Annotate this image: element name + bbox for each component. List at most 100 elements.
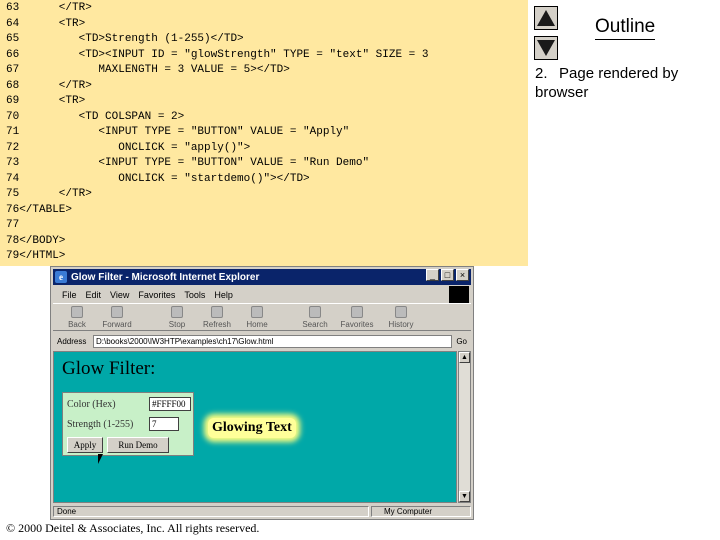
line-number: 74 [6, 172, 20, 185]
code-line: 79</HTML> [6, 249, 65, 265]
toolbar-button[interactable]: History [383, 306, 419, 329]
code-text: <TR> [19, 17, 86, 30]
code-listing-panel: 63 </TR> 64 <TR> 65 <TD>Strength (1-255)</… [0, 0, 528, 266]
line-number: 75 [6, 188, 20, 200]
status-bar: Done My Computer [53, 505, 471, 518]
line-number: 79 [6, 250, 20, 262]
code-line: 77 [6, 218, 19, 234]
window-title: Glow Filter - Microsoft Internet Explore… [71, 271, 260, 283]
glow-form-table: Color (Hex) #FFFF00 Strength (1-255) 7 A… [62, 392, 194, 456]
refresh-icon [211, 306, 223, 318]
strength-label: Strength (1-255) [67, 419, 134, 430]
toolbar-button-label: Stop [168, 320, 186, 329]
line-number: 64 [6, 17, 20, 30]
code-line: 69 <TR> [6, 94, 85, 110]
search-icon [309, 306, 321, 318]
arrow-up-icon [537, 10, 555, 26]
line-number: 76 [6, 203, 20, 216]
line-number: 70 [6, 110, 20, 123]
status-zone: My Computer [371, 506, 471, 517]
toolbar-button[interactable]: Forward [99, 306, 135, 329]
toolbar-button[interactable]: Favorites [339, 306, 375, 329]
line-number: 71 [6, 126, 20, 138]
outline-title: Outline [595, 16, 655, 40]
apply-button[interactable]: Apply [67, 437, 103, 453]
toolbar-button-label: Favorites [340, 320, 374, 329]
code-text: </BODY> [19, 234, 66, 247]
toolbar-button-label: History [388, 320, 414, 329]
code-text: <INPUT TYPE = "BUTTON" VALUE = "Run Demo… [19, 157, 370, 169]
ie-icon: e [55, 271, 67, 283]
address-input[interactable]: D:\books\2000\IW3HTP\examples\ch17\Glow.… [93, 334, 453, 348]
code-line: 76</TABLE> [6, 203, 72, 219]
code-text: <TD COLSPAN = 2> [19, 110, 185, 123]
menu-item[interactable]: View [110, 290, 129, 300]
next-slide-button[interactable] [534, 36, 558, 60]
menu-item[interactable]: Tools [184, 290, 205, 300]
line-number: 77 [6, 219, 20, 231]
line-number: 72 [6, 141, 20, 154]
code-text: <INPUT TYPE = "BUTTON" VALUE = "Apply" [19, 126, 350, 138]
line-number: 73 [6, 157, 20, 169]
line-number: 68 [6, 79, 20, 92]
toolbar-button[interactable]: Search [297, 306, 333, 329]
code-text: ONCLICK = "apply()"> [19, 141, 251, 154]
line-number: 69 [6, 95, 20, 107]
menu-item[interactable]: Help [214, 290, 233, 300]
glowing-text: Glowing Text [208, 418, 296, 438]
code-line: 65 <TD>Strength (1-255)</TD> [6, 32, 244, 48]
toolbar-button[interactable]: Refresh [199, 306, 235, 329]
code-line: 78</BODY> [6, 234, 65, 250]
code-line: 64 <TR> [6, 17, 85, 33]
close-button[interactable]: × [456, 269, 469, 281]
code-line: 71 <INPUT TYPE = "BUTTON" VALUE = "Apply… [6, 125, 349, 141]
address-label: Address [57, 336, 87, 346]
menu-bar: File Edit View Favorites Tools Help [53, 287, 471, 303]
mouse-cursor-icon [98, 454, 108, 464]
forward-icon [111, 306, 123, 318]
go-button[interactable]: Go [456, 337, 467, 346]
window-titlebar[interactable]: e Glow Filter - Microsoft Internet Explo… [53, 269, 471, 285]
color-input[interactable]: #FFFF00 [149, 397, 191, 411]
browser-window: e Glow Filter - Microsoft Internet Explo… [50, 266, 474, 520]
line-number: 65 [6, 33, 20, 45]
code-line: 75 </TR> [6, 187, 92, 203]
outline-item: 2. Page rendered by browser [535, 64, 715, 102]
scroll-up-icon[interactable]: ▲ [459, 352, 470, 363]
maximize-button[interactable]: □ [441, 269, 454, 281]
code-text: <TD>Strength (1-255)</TD> [19, 33, 244, 45]
home-icon [251, 306, 263, 318]
line-number: 66 [6, 48, 20, 61]
menu-item[interactable]: Favorites [138, 290, 175, 300]
minimize-button[interactable]: _ [426, 269, 439, 281]
menu-item[interactable]: File [62, 290, 77, 300]
toolbar-button-label: Home [246, 320, 268, 329]
code-text: <TD><INPUT ID = "glowStrength" TYPE = "t… [19, 48, 429, 61]
menu-item[interactable]: Edit [86, 290, 102, 300]
vertical-scrollbar[interactable]: ▲ ▼ [458, 351, 471, 503]
code-line: 73 <INPUT TYPE = "BUTTON" VALUE = "Run D… [6, 156, 369, 172]
run-demo-button[interactable]: Run Demo [107, 437, 169, 453]
code-text: </HTML> [19, 250, 66, 262]
code-text: </TR> [19, 188, 92, 200]
toolbar-button-label: Refresh [202, 320, 231, 329]
scroll-down-icon[interactable]: ▼ [459, 491, 470, 502]
toolbar-button[interactable]: Back [59, 306, 95, 329]
status-text: Done [53, 506, 369, 517]
toolbar-button-label: Back [68, 320, 86, 329]
code-line: 63 </TR> [6, 1, 92, 17]
toolbar-button-label: Forward [102, 320, 132, 329]
code-text: MAXLENGTH = 3 VALUE = 5></TD> [19, 64, 290, 76]
toolbar-button[interactable]: Stop [159, 306, 195, 329]
previous-slide-button[interactable] [534, 6, 558, 30]
code-line: 72 ONCLICK = "apply()"> [6, 141, 250, 157]
code-text: ONCLICK = "startdemo()"></TD> [19, 172, 310, 185]
toolbar-button[interactable]: Home [239, 306, 275, 329]
line-number: 67 [6, 64, 20, 76]
history-icon [395, 306, 407, 318]
color-label: Color (Hex) [67, 399, 116, 410]
back-icon [71, 306, 83, 318]
arrow-down-icon [537, 40, 555, 56]
strength-input[interactable]: 7 [149, 417, 179, 431]
page-content: Glow Filter: Color (Hex) #FFFF00 Strengt… [53, 351, 457, 503]
